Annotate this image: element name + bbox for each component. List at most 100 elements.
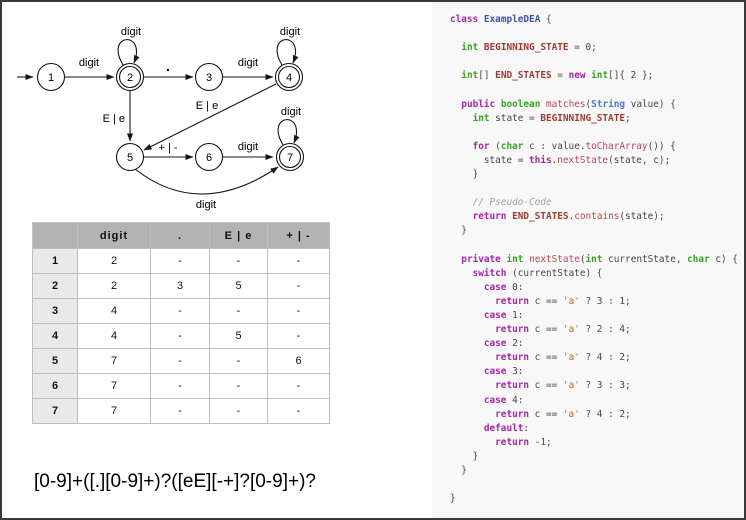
self-loop-arrow xyxy=(118,40,136,65)
table-cell: - xyxy=(151,349,210,374)
self-loop-arrow xyxy=(278,120,296,145)
code-token: new xyxy=(569,70,586,81)
code-token: case xyxy=(484,310,507,321)
table-cell: 3 xyxy=(151,274,210,299)
transition-table: digit.E | e+ | -12---2235-34---44-5-57--… xyxy=(32,222,330,424)
code-token: (currentState) { xyxy=(506,268,602,279)
table-row-label: 1 xyxy=(33,249,78,274)
code-token: { xyxy=(540,14,551,25)
table-cell: - xyxy=(268,399,330,424)
code-token: int xyxy=(461,70,478,81)
code-token: BEGINNING_STATE xyxy=(484,42,569,53)
transition-label: digit xyxy=(79,57,99,69)
code-token: case xyxy=(484,395,507,406)
state-label: 7 xyxy=(287,152,293,164)
table-cell: 5 xyxy=(210,274,268,299)
code-token: nextState xyxy=(557,155,608,166)
code-token xyxy=(450,380,495,391)
transition-arrow xyxy=(135,167,278,194)
table-cell: - xyxy=(151,399,210,424)
code-token: state = xyxy=(490,113,541,124)
code-token: return xyxy=(495,380,529,391)
transition-label: . xyxy=(166,58,170,74)
code-token: char xyxy=(687,254,710,265)
code-token: BEGINNING_STATE xyxy=(540,113,625,124)
code-token: c) { xyxy=(710,254,738,265)
code-token xyxy=(450,423,484,434)
diagram-panel: digit.digitE | eE | e+ | -digitdigit1dig… xyxy=(2,2,432,518)
table-header-cell: + | - xyxy=(268,223,330,249)
code-token: 'a' xyxy=(563,296,580,307)
table-row-label: 2 xyxy=(33,274,78,299)
self-loop-label: digit xyxy=(280,26,300,38)
table-cell: 7 xyxy=(78,399,151,424)
code-token: ()) { xyxy=(648,141,676,152)
code-token: default xyxy=(484,423,524,434)
state-label: 5 xyxy=(127,152,133,164)
code-token: 'a' xyxy=(563,352,580,363)
code-token xyxy=(450,395,484,406)
code-token: END_STATES xyxy=(512,211,568,222)
code-token: c == xyxy=(529,324,563,335)
code-token: int xyxy=(586,254,603,265)
table-cell: - xyxy=(151,374,210,399)
table-cell: 4 xyxy=(78,299,151,324)
code-token: int xyxy=(591,70,608,81)
table-cell: 2 xyxy=(78,274,151,299)
code-token xyxy=(450,409,495,420)
code-token: return xyxy=(495,437,529,448)
code-token xyxy=(450,113,473,124)
code-token xyxy=(450,366,484,377)
code-token: ? 3 : 3; xyxy=(580,380,631,391)
table-row-label: 5 xyxy=(33,349,78,374)
table-row-label: 7 xyxy=(33,399,78,424)
code-token xyxy=(450,282,484,293)
transition-label: digit xyxy=(238,141,258,153)
code-token xyxy=(450,211,473,222)
code-token xyxy=(450,338,484,349)
code-token: ; xyxy=(625,113,631,124)
state-diagram: digit.digitE | eE | e+ | -digitdigit1dig… xyxy=(2,2,432,217)
table-row: 2235- xyxy=(33,274,330,299)
table-cell: - xyxy=(210,374,268,399)
code-token: this xyxy=(529,155,552,166)
code-token: contains xyxy=(574,211,619,222)
code-token: nextState xyxy=(529,254,580,265)
code-token: ? 4 : 2; xyxy=(580,409,631,420)
code-token: } xyxy=(450,169,478,180)
code-token: case xyxy=(484,338,507,349)
table-row-label: 3 xyxy=(33,299,78,324)
code-token: 4: xyxy=(506,395,523,406)
table-cell: 6 xyxy=(268,349,330,374)
code-token: state = xyxy=(450,155,529,166)
code-token: value) { xyxy=(625,99,676,110)
table-cell: - xyxy=(210,399,268,424)
table-header-cell: E | e xyxy=(210,223,268,249)
table-cell: - xyxy=(151,299,210,324)
table-cell: - xyxy=(268,374,330,399)
code-token: 'a' xyxy=(563,324,580,335)
code-token: (state); xyxy=(619,211,664,222)
self-loop-arrow xyxy=(277,40,295,65)
code-token: public xyxy=(461,99,495,110)
table-row: 67--- xyxy=(33,374,330,399)
table-cell: 5 xyxy=(210,324,268,349)
table-row-label: 6 xyxy=(33,374,78,399)
code-token: } xyxy=(450,451,478,462)
table-header-cell xyxy=(33,223,78,249)
table-row-label: 4 xyxy=(33,324,78,349)
state-label: 4 xyxy=(286,72,292,84)
table-row: 44-5- xyxy=(33,324,330,349)
code-token: 1: xyxy=(506,310,523,321)
code-block: class ExampleDEA { int BEGINNING_STATE =… xyxy=(450,13,744,506)
table-cell: - xyxy=(268,274,330,299)
table-cell: - xyxy=(268,299,330,324)
state-label: 6 xyxy=(206,152,212,164)
code-token: ExampleDEA xyxy=(484,14,540,25)
state-label: 1 xyxy=(48,72,54,84)
state-label: 3 xyxy=(206,72,212,84)
code-panel: class ExampleDEA { int BEGINNING_STATE =… xyxy=(432,2,744,518)
code-token: ? 3 : 1; xyxy=(580,296,631,307)
code-token: c : value. xyxy=(523,141,585,152)
code-token: = 0; xyxy=(569,42,597,53)
